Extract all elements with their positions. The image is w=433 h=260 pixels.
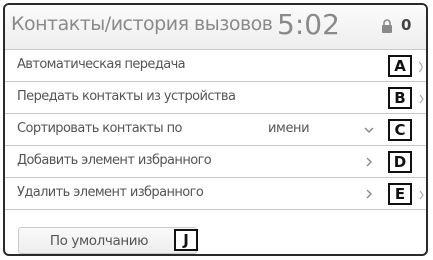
callout-label: B <box>388 87 412 109</box>
screen-frame: Контакты/история вызовов 5:02 0 Автомати… <box>3 3 428 256</box>
callout-label: J <box>174 229 198 251</box>
default-button[interactable]: По умолчанию J <box>18 227 198 254</box>
sort-contacts-label: Сортировать контакты по <box>17 121 182 136</box>
callout-label: D <box>388 151 412 173</box>
sort-contacts-item[interactable]: Сортировать контакты по имени C <box>5 113 426 145</box>
clock: 5:02 <box>277 8 340 41</box>
auto-transfer-item[interactable]: Автоматическая передача A <box>5 49 426 81</box>
add-favorite-label: Добавить элемент избранного <box>17 153 212 168</box>
status-count: 0 <box>401 16 412 34</box>
callout-label: E <box>388 183 412 205</box>
toggle-edge-icon <box>419 61 423 73</box>
sort-value: имени <box>268 121 310 136</box>
callout-label: A <box>388 55 412 77</box>
add-favorite-item[interactable]: Добавить элемент избранного D <box>5 145 426 177</box>
default-button-label: По умолчанию <box>49 233 149 249</box>
chevron-right-icon <box>419 190 424 200</box>
chevron-down-icon <box>364 127 374 133</box>
callout-label: C <box>388 119 412 141</box>
chevron-right-icon <box>366 157 372 167</box>
chevron-right-icon <box>366 189 372 199</box>
auto-transfer-label: Автоматическая передача <box>17 57 186 72</box>
chevron-right-icon <box>419 94 424 104</box>
transfer-contacts-label: Передать контакты из устройства <box>17 89 236 104</box>
lock-icon <box>382 19 392 33</box>
delete-favorite-label: Удалить элемент избранного <box>17 185 204 200</box>
header-bar: Контакты/история вызовов 5:02 0 <box>5 5 426 49</box>
page-title: Контакты/история вызовов <box>11 13 273 35</box>
transfer-contacts-item[interactable]: Передать контакты из устройства B <box>5 81 426 113</box>
delete-favorite-item[interactable]: Удалить элемент избранного E <box>5 177 426 210</box>
